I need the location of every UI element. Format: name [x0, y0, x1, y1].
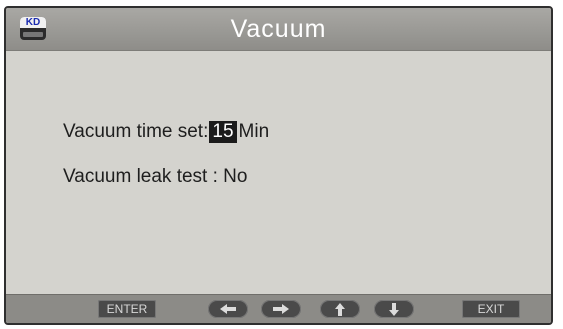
- vacuum-screen: KD Vacuum Vacuum time set: 15 Min Vacuum l…: [4, 6, 553, 325]
- vacuum-time-row[interactable]: Vacuum time set: 15 Min: [63, 121, 269, 143]
- left-arrow-icon: [220, 304, 236, 314]
- vacuum-leak-test-label: Vacuum leak test :: [63, 166, 218, 187]
- vacuum-time-unit: Min: [238, 121, 270, 142]
- vacuum-leak-test-row[interactable]: Vacuum leak test : No: [63, 166, 247, 188]
- down-arrow-icon: [389, 303, 399, 316]
- left-arrow-key[interactable]: [208, 300, 248, 318]
- up-arrow-key[interactable]: [320, 300, 360, 318]
- up-arrow-icon: [335, 303, 345, 316]
- key-bar: ENTER EXIT: [6, 294, 551, 323]
- settings-panel: Vacuum time set: 15 Min Vacuum leak test :…: [6, 51, 551, 291]
- title-bar: KD Vacuum: [6, 8, 551, 51]
- page-title: Vacuum: [230, 15, 327, 43]
- enter-key[interactable]: ENTER: [98, 300, 156, 318]
- down-arrow-key[interactable]: [374, 300, 414, 318]
- right-arrow-key[interactable]: [261, 300, 301, 318]
- vacuum-time-label: Vacuum time set:: [63, 121, 209, 142]
- exit-key[interactable]: EXIT: [462, 300, 520, 318]
- vacuum-time-value[interactable]: 15: [209, 121, 237, 143]
- vacuum-leak-test-value[interactable]: No: [223, 166, 247, 187]
- right-arrow-icon: [273, 304, 289, 314]
